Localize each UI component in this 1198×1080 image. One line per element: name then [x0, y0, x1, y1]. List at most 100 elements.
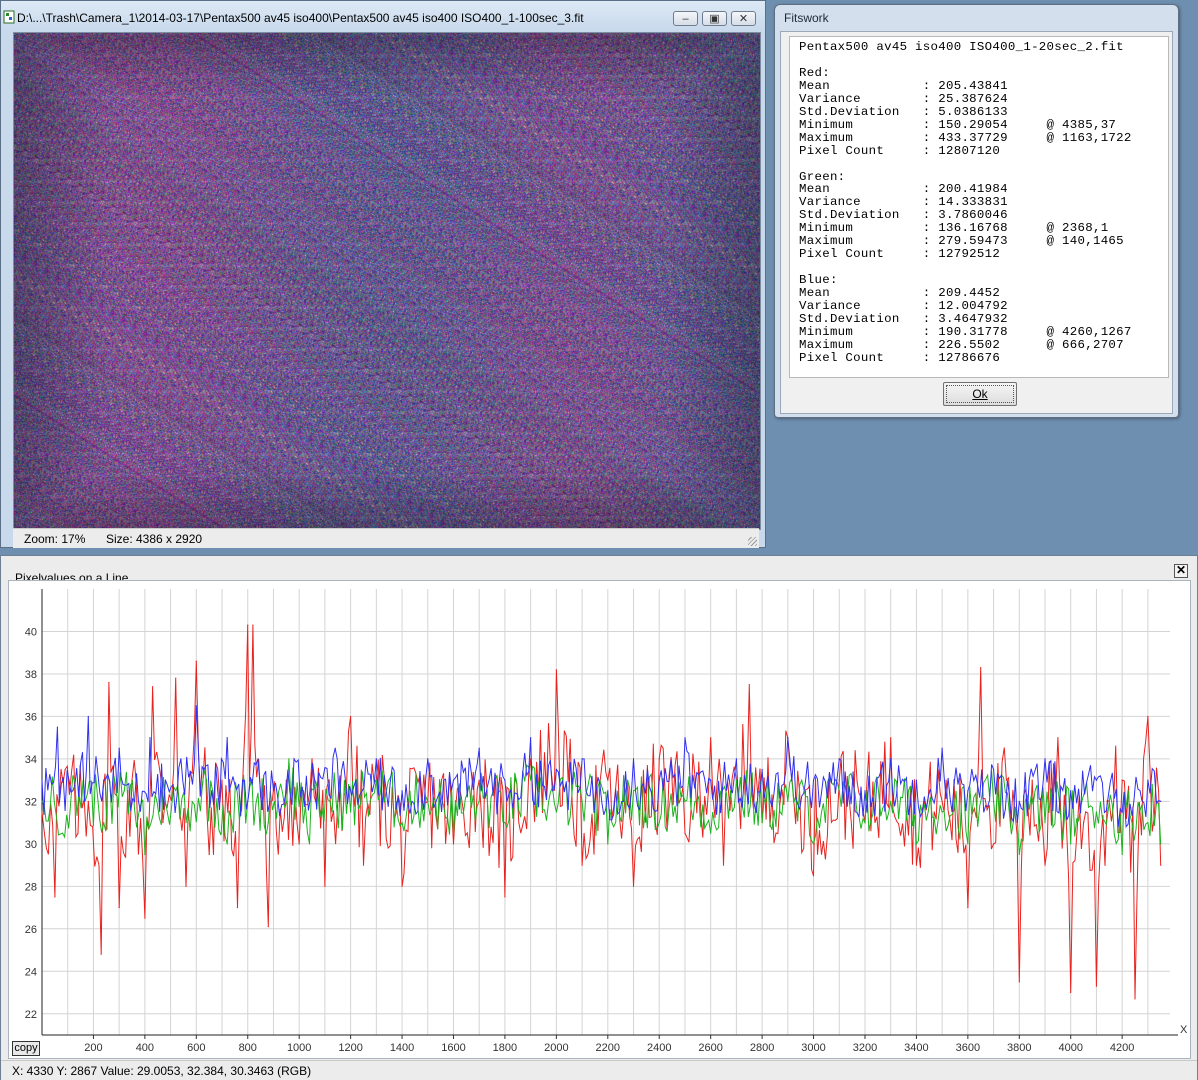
data-point-blue: [87, 715, 89, 718]
data-point-green: [838, 790, 840, 792]
data-point-red: [684, 832, 686, 834]
data-point-red: [311, 758, 313, 760]
resize-grip[interactable]: [748, 537, 757, 546]
y-tick-label: 22: [25, 1009, 37, 1021]
image-canvas[interactable]: [13, 32, 761, 530]
data-point-blue: [761, 768, 763, 771]
data-point-blue: [1018, 800, 1020, 802]
data-point-blue: [314, 779, 316, 781]
x-tick-label: 3200: [853, 1042, 877, 1054]
y-tick-label: 36: [25, 711, 37, 723]
data-point-red: [362, 864, 365, 866]
data-point-green: [735, 779, 737, 781]
data-point-blue: [812, 779, 815, 781]
maximize-button[interactable]: ▣: [702, 11, 727, 26]
x-tick-label: 2400: [647, 1042, 671, 1054]
data-point-blue: [581, 758, 583, 760]
data-point-red: [1031, 779, 1033, 781]
x-tick-label: 2200: [596, 1042, 620, 1054]
data-point-red: [144, 917, 146, 919]
data-point-red: [185, 885, 187, 887]
data-point-blue: [257, 758, 259, 760]
data-point-red: [236, 906, 239, 909]
data-point-red: [54, 896, 56, 898]
data-point-blue: [211, 790, 213, 792]
data-point-blue: [118, 747, 120, 749]
data-point-red: [748, 683, 750, 686]
data-point-blue: [1095, 779, 1098, 781]
data-point-blue: [555, 768, 557, 771]
x-tick-label: 4000: [1058, 1042, 1082, 1054]
y-tick-label: 30: [25, 839, 37, 851]
data-point-red: [267, 926, 269, 928]
data-point-green: [864, 822, 866, 824]
data-point-green: [185, 822, 187, 824]
data-point-green: [607, 843, 609, 845]
data-point-green: [632, 790, 635, 792]
data-point-green: [144, 853, 146, 856]
data-point-blue: [180, 758, 182, 760]
line-plot-window: Pixelvalues on a Line ✕ 22 24 26 28 30 32 34 36…: [0, 555, 1198, 1080]
data-point-red: [1147, 715, 1149, 718]
plot-area[interactable]: 22 24 26 28 30 32 34 36 38 40 200 400 600 800 1000 1200…: [8, 580, 1191, 1059]
data-point-blue: [1044, 758, 1046, 760]
line-chart[interactable]: 22 24 26 28 30 32 34 36 38 40 200 400 600 800 1000 1200…: [9, 581, 1190, 1058]
statistics-text: Pentax500 av45 iso400 ISO400_1-20sec_2.f…: [789, 36, 1169, 378]
noise-image[interactable]: [14, 33, 760, 529]
plot-close-button[interactable]: ✕: [1174, 564, 1188, 578]
close-button[interactable]: ✕: [731, 11, 756, 26]
data-point-blue: [103, 779, 105, 781]
data-point-blue: [1160, 800, 1162, 802]
data-point-red: [195, 660, 197, 662]
copy-button[interactable]: copy: [12, 1041, 40, 1056]
data-point-red: [298, 843, 300, 845]
data-point-blue: [530, 737, 532, 739]
x-tick-label: 1000: [287, 1042, 311, 1054]
data-point-blue: [293, 758, 295, 760]
x-tick-label: 400: [136, 1042, 154, 1054]
size-readout: Size: 4386 x 2920: [106, 532, 203, 546]
x-tick-label: 3400: [904, 1042, 928, 1054]
data-point-blue: [504, 779, 506, 781]
x-tick-label: 2800: [750, 1042, 774, 1054]
data-point-green: [761, 822, 763, 824]
data-point-blue: [56, 726, 59, 728]
data-point-red: [350, 715, 352, 718]
data-point-blue: [401, 790, 403, 792]
data-point-blue: [226, 737, 228, 739]
data-point-blue: [607, 790, 609, 792]
data-point-red: [118, 906, 120, 909]
data-point-green: [530, 779, 532, 781]
data-point-blue: [149, 737, 151, 739]
data-point-red: [992, 843, 995, 845]
data-point-red: [941, 800, 943, 802]
data-point-blue: [735, 758, 737, 760]
minimize-button[interactable]: ‒: [673, 11, 698, 26]
data-point-green: [555, 811, 557, 813]
x-tick-label: 800: [239, 1042, 257, 1054]
dialog-title: Fitswork: [784, 11, 829, 25]
statistics-dialog: Fitswork Pentax500 av45 iso400 ISO400_1-…: [774, 4, 1179, 418]
data-point-blue: [890, 758, 892, 760]
data-point-green: [478, 800, 480, 802]
data-point-red: [478, 779, 480, 781]
data-point-blue: [838, 758, 840, 760]
ok-button[interactable]: Ok: [943, 382, 1017, 406]
data-point-blue: [355, 779, 357, 781]
data-point-blue: [915, 779, 918, 781]
zoom-readout: Zoom: 17%: [24, 532, 86, 546]
data-point-green: [123, 790, 125, 792]
data-point-green: [1147, 822, 1149, 824]
data-point-red: [100, 953, 102, 955]
data-point-green: [375, 779, 377, 781]
data-point-blue: [1070, 790, 1072, 792]
data-point-blue: [427, 758, 429, 760]
data-point-blue: [710, 779, 712, 781]
x-tick-label: 1200: [338, 1042, 362, 1054]
data-point-green: [992, 800, 995, 802]
y-tick-label: 38: [25, 669, 37, 681]
data-point-green: [401, 822, 403, 824]
data-point-red: [581, 864, 583, 866]
data-point-green: [267, 822, 269, 824]
data-point-red: [1070, 991, 1072, 994]
